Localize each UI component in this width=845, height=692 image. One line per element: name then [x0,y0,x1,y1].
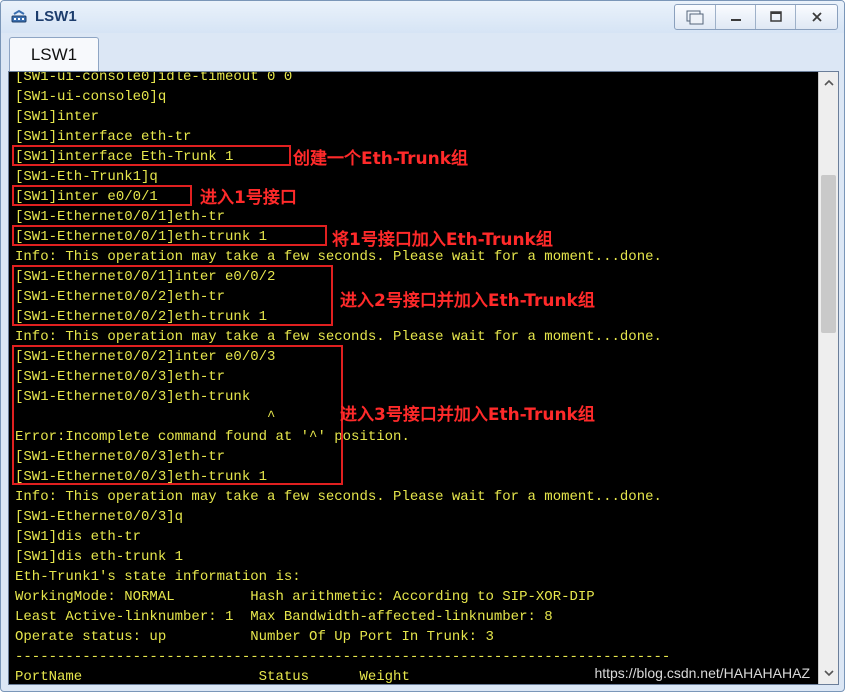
minimize-button[interactable] [715,5,755,29]
maximize-button[interactable] [755,5,795,29]
console-line: Info: This operation may take a few seco… [15,249,662,265]
console-line: [SW1-Ethernet0/0/3]q [15,509,184,525]
annotation-label: 将1号接口加入Eth-Trunk组 [332,230,553,250]
annotation-label: 进入2号接口并加入Eth-Trunk组 [340,291,595,311]
highlight-box [12,225,327,246]
maximize-icon [769,11,782,22]
console-line: [SW1]inter [15,109,100,125]
console-line: [SW1-Ethernet0/0/1]eth-tr [15,209,226,225]
console-line: ----------------------------------------… [15,649,671,665]
annotation-label: 创建一个Eth-Trunk组 [293,149,469,169]
console-line: WorkingMode: NORMAL Hash arithmetic: Acc… [15,589,595,605]
highlight-box [12,265,333,326]
terminal-window: LSW1 LSW1 [SW1-ui-console0]idle-timeout … [0,0,845,692]
console-line: [SW1-ui-console0]idle-timeout 0 0 [15,71,293,85]
scroll-down-button[interactable] [819,664,838,682]
restore-window-button[interactable] [675,5,715,29]
console-line: Info: This operation may take a few seco… [15,489,662,505]
annotation-label: 进入1号接口 [200,188,297,208]
tab-lsw1[interactable]: LSW1 [9,37,99,71]
watermark: https://blog.csdn.net/HAHAHAHAZ [592,665,812,681]
vertical-scrollbar[interactable] [818,72,838,684]
scroll-up-button[interactable] [819,74,838,92]
console-line: Least Active-linknumber: 1 Max Bandwidth… [15,609,553,625]
restore-window-icon [686,10,704,25]
console-line: [SW1]dis eth-tr [15,529,142,545]
console-line: PortName Status Weight [15,669,410,685]
scrollbar-thumb[interactable] [821,175,836,333]
console-line: [SW1-Eth-Trunk1]q [15,169,158,185]
close-icon [811,12,822,22]
tab-bar: LSW1 [1,33,844,71]
chevron-down-icon [823,670,834,677]
console-output[interactable]: [SW1-ui-console0]idle-timeout 0 0 [SW1-ui… [8,71,839,685]
console-line: Eth-Trunk1's state information is: [15,569,301,585]
switch-device-icon [11,9,27,23]
console-line: Operate status: up Number Of Up Port In … [15,629,494,645]
chevron-up-icon [823,79,834,86]
annotation-label: 进入3号接口并加入Eth-Trunk组 [340,405,595,425]
window-title: LSW1 [35,8,77,25]
console-line: [SW1]dis eth-trunk 1 [15,549,184,565]
minimize-icon [730,19,741,21]
close-button[interactable] [795,5,837,29]
title-bar[interactable]: LSW1 [1,1,844,33]
highlight-box [12,145,291,166]
window-controls [674,4,838,30]
highlight-box [12,345,343,485]
highlight-box [12,185,192,206]
console-line: [SW1-ui-console0]q [15,89,167,105]
console-line: Info: This operation may take a few seco… [15,329,662,345]
